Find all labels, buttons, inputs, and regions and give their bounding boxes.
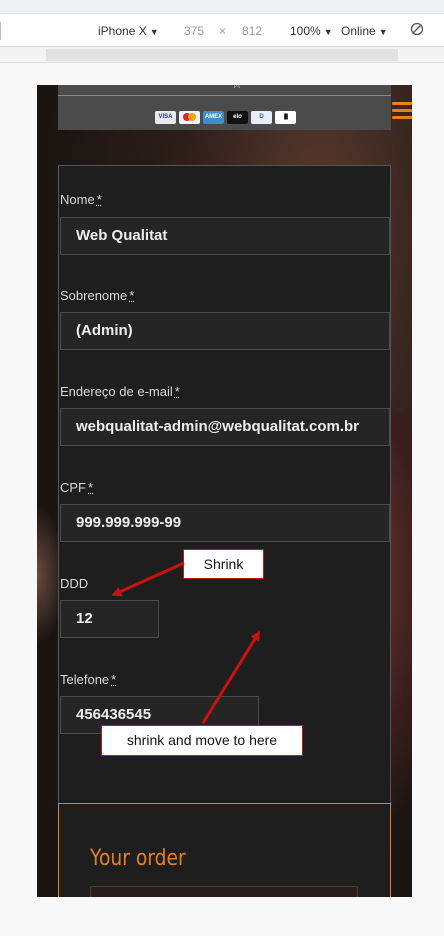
ruler-segment [46, 49, 398, 61]
last-name-label: Sobrenome * [60, 288, 135, 303]
mobile-viewport: ☆ VISA AMEX elo D ||||| Nome* Web Qualit… [37, 85, 412, 897]
cpf-label: CPF * [60, 480, 94, 495]
email-label: Endereço de e-mail * [60, 384, 180, 399]
hamburger-menu-icon[interactable] [392, 102, 412, 123]
browser-top-strip [0, 0, 444, 14]
ddd-label: DDD [60, 576, 89, 591]
order-table-header [90, 886, 358, 897]
annotation-shrink: Shrink [183, 549, 264, 579]
first-name-field[interactable]: Web Qualitat [60, 217, 390, 255]
zoom-select-label: 100% [290, 24, 321, 38]
header-divider [58, 95, 391, 96]
visa-icon: VISA [155, 111, 176, 124]
order-review: Your order [58, 803, 391, 897]
diners-icon: D [251, 111, 272, 124]
ddd-field[interactable]: 12 [60, 600, 159, 638]
amex-icon: AMEX [203, 111, 224, 124]
elo-icon: elo [227, 111, 248, 124]
width-input[interactable]: 375 [184, 24, 204, 38]
device-toolbar: iPhone X ▼ 375 × 812 100% ▼ Online ▼ [0, 14, 444, 47]
zoom-select[interactable]: 100% ▼ [290, 24, 333, 38]
rotate-icon[interactable] [410, 22, 424, 39]
height-input[interactable]: 812 [242, 24, 262, 38]
first-name-label: Nome * [60, 192, 102, 207]
times-sign: × [219, 24, 227, 38]
phone-label: Telefone * [60, 672, 117, 687]
order-title: Your order [90, 846, 186, 871]
network-select-label: Online [341, 24, 376, 38]
chevron-down-icon: ▼ [323, 27, 333, 37]
device-select-label: iPhone X [98, 24, 147, 38]
last-name-field[interactable]: (Admin) [60, 312, 390, 350]
billing-form: Nome * Web Qualitat Sobrenome * (Admin) En… [58, 165, 391, 897]
chevron-down-icon: ▼ [378, 27, 388, 37]
device-select[interactable]: iPhone X ▼ [98, 24, 159, 38]
network-select[interactable]: Online ▼ [341, 24, 388, 38]
site-header: ☆ VISA AMEX elo D ||||| [58, 85, 412, 130]
mastercard-icon [179, 111, 200, 124]
annotation-shrink-move: shrink and move to here [101, 725, 303, 756]
chevron-down-icon: ▼ [149, 27, 159, 37]
boleto-icon: ||||| [275, 111, 296, 124]
payment-methods: VISA AMEX elo D ||||| [155, 111, 296, 124]
cpf-field[interactable]: 999.999.999-99 [60, 504, 390, 542]
email-field[interactable]: webqualitat-admin@webqualitat.com.br [60, 408, 390, 446]
media-query-bar [0, 47, 444, 63]
star-icon[interactable]: ☆ [231, 85, 243, 92]
toolbar-edge [0, 22, 1, 40]
